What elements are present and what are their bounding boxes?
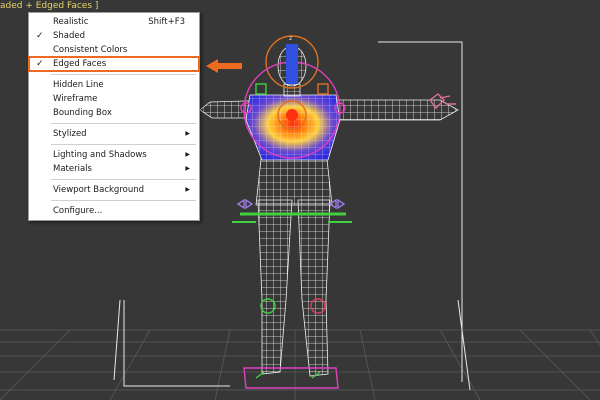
menu-item-shaded[interactable]: ✓ Shaded: [29, 29, 199, 43]
menu-item-lighting-and-shadows[interactable]: Lighting and Shadows ▶: [29, 148, 199, 162]
menu-item-shortcut: Shift+F3: [148, 17, 185, 27]
home-grid: [0, 329, 600, 400]
menu-item-label: Configure...: [53, 206, 103, 216]
menu-item-materials[interactable]: Materials ▶: [29, 162, 199, 176]
check-icon: ✓: [36, 59, 44, 69]
menu-item-label: Stylized: [53, 129, 87, 139]
check-icon: ✓: [36, 31, 44, 41]
menu-item-label: Viewport Background: [53, 185, 145, 195]
menu-item-hidden-line[interactable]: Hidden Line: [29, 78, 199, 92]
viewport-shading-menu: Realistic Shift+F3 ✓ Shaded Consistent Color…: [28, 12, 200, 221]
menu-item-label: Shaded: [53, 31, 86, 41]
menu-separator: [51, 200, 196, 201]
menu-item-wireframe[interactable]: Wireframe: [29, 92, 199, 106]
menu-separator: [51, 179, 196, 180]
menu-item-label: Materials: [53, 164, 92, 174]
menu-item-label: Hidden Line: [53, 80, 104, 90]
menu-separator: [51, 123, 196, 124]
svg-text:z: z: [289, 35, 292, 42]
menu-separator: [51, 144, 196, 145]
menu-item-label: Wireframe: [53, 94, 98, 104]
menu-item-bounding-box[interactable]: Bounding Box: [29, 106, 199, 120]
character-mesh: [199, 45, 459, 377]
submenu-arrow-icon: ▶: [185, 151, 190, 158]
submenu-arrow-icon: ▶: [185, 186, 190, 193]
menu-item-realistic[interactable]: Realistic Shift+F3: [29, 15, 199, 29]
menu-item-consistent-colors[interactable]: Consistent Colors: [29, 43, 199, 57]
menu-item-configure[interactable]: Configure...: [29, 204, 199, 218]
viewport-label[interactable]: aded + Edged Faces ]: [0, 0, 98, 12]
menu-item-label: Realistic: [53, 17, 89, 27]
menu-item-label: Bounding Box: [53, 108, 112, 118]
perspective-viewport[interactable]: z aded + Edged Faces ] Realistic Shift+F3…: [0, 0, 600, 400]
submenu-arrow-icon: ▶: [185, 130, 190, 137]
menu-item-edged-faces[interactable]: ✓ Edged Faces: [28, 56, 200, 72]
callout-arrow-icon: [206, 59, 242, 73]
menu-separator: [51, 74, 196, 75]
menu-item-label: Lighting and Shadows: [53, 150, 147, 160]
menu-item-stylized[interactable]: Stylized ▶: [29, 127, 199, 141]
menu-item-label: Consistent Colors: [53, 45, 128, 55]
menu-item-viewport-background[interactable]: Viewport Background ▶: [29, 183, 199, 197]
submenu-arrow-icon: ▶: [185, 165, 190, 172]
menu-item-label: Edged Faces: [53, 59, 107, 69]
